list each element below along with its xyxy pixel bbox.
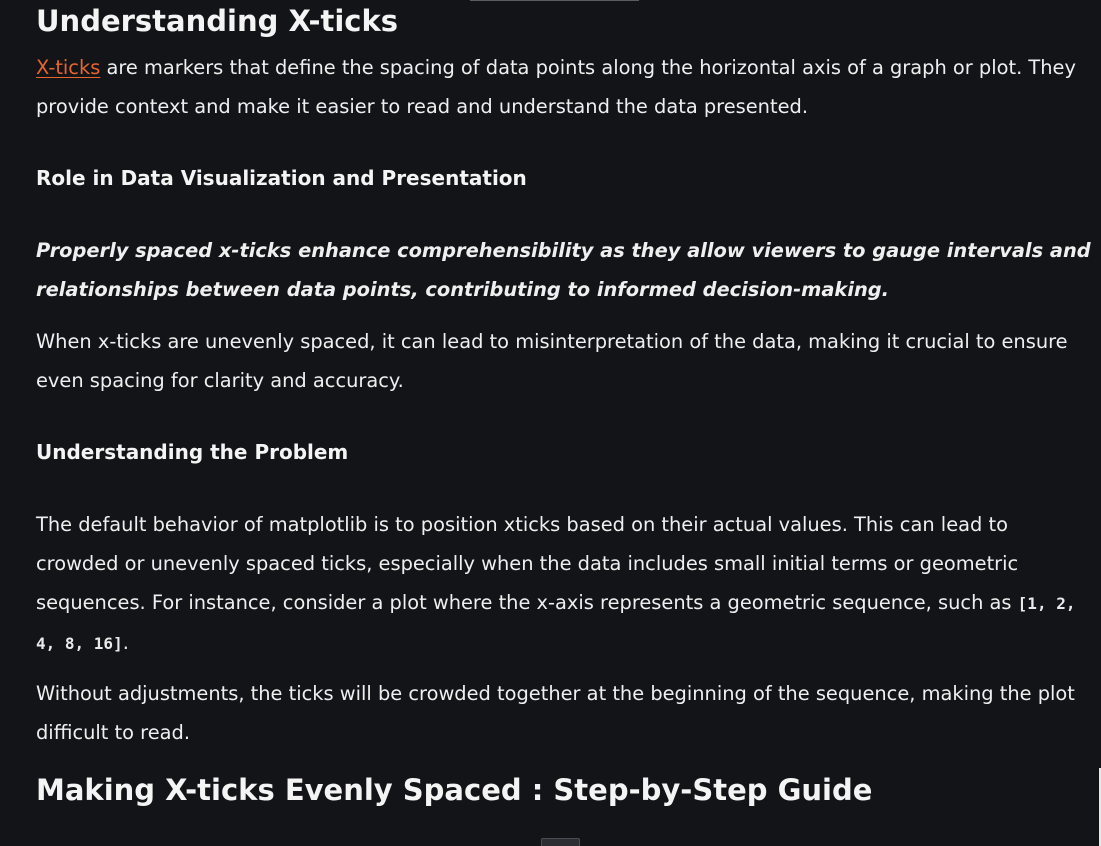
heading-understanding-xticks: Understanding X-ticks bbox=[36, 4, 399, 38]
without-adjustments-paragraph: Without adjustments, the ticks will be c… bbox=[36, 682, 1075, 744]
top-divider-line bbox=[470, 0, 639, 1]
intro-paragraph: X-ticks are markers that define the spac… bbox=[36, 48, 1096, 126]
default-behavior-end: . bbox=[122, 631, 129, 654]
default-behavior-paragraph: The default behavior of matplotlib is to… bbox=[36, 505, 1096, 663]
intro-text: are markers that define the spacing of d… bbox=[36, 56, 1076, 118]
heading-making-evenly-spaced: Making X-ticks Evenly Spaced : Step-by-S… bbox=[36, 773, 873, 807]
scroll-to-top-tab[interactable] bbox=[541, 838, 580, 846]
xticks-link[interactable]: X-ticks bbox=[36, 56, 100, 79]
default-behavior-text: The default behavior of matplotlib is to… bbox=[36, 513, 1019, 614]
uneven-spacing-paragraph: When x-ticks are unevenly spaced, it can… bbox=[36, 330, 1068, 392]
heading-role-in-visualization: Role in Data Visualization and Presentat… bbox=[36, 166, 527, 190]
heading-understanding-problem: Understanding the Problem bbox=[36, 440, 349, 464]
emphasis-paragraph: Properly spaced x-ticks enhance comprehe… bbox=[36, 239, 1091, 301]
